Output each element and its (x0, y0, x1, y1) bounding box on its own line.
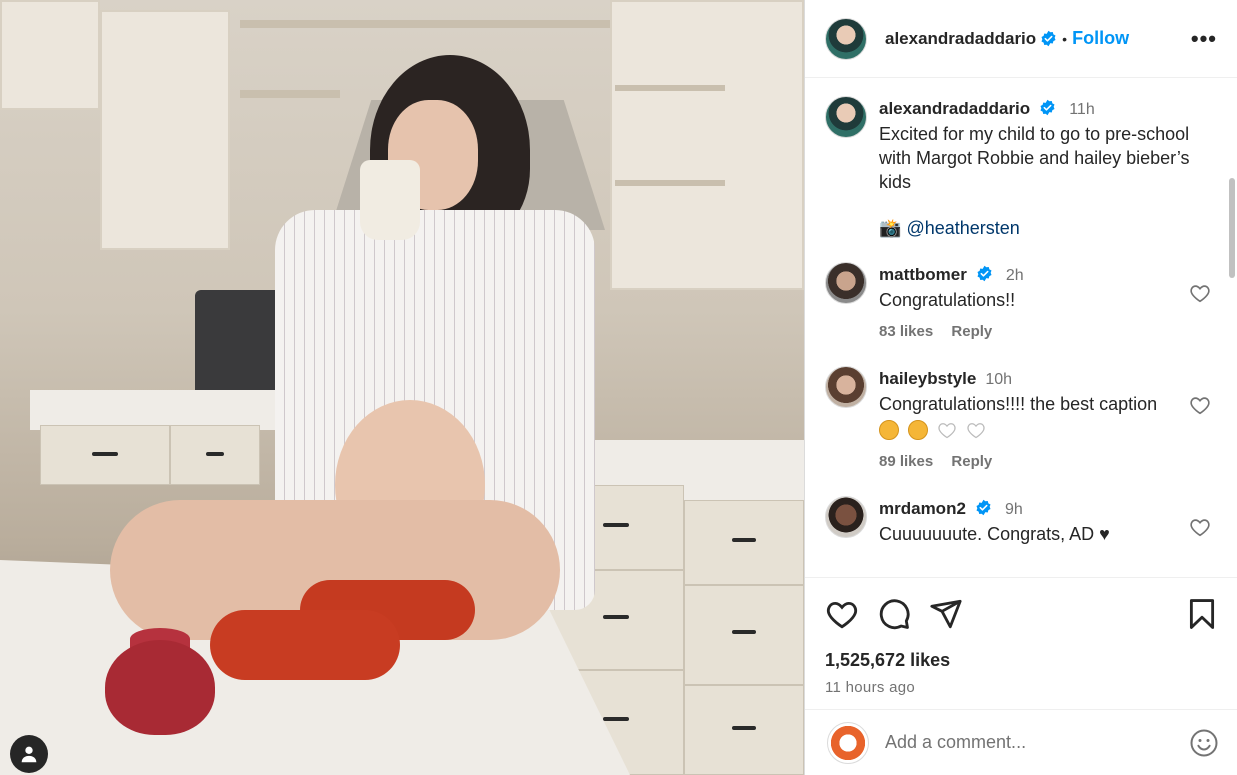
comment-item: haileybstyle 10h Congratulations!!!! the… (825, 366, 1217, 474)
emoji-row (879, 418, 1199, 442)
avatar[interactable] (825, 262, 867, 304)
drawer (684, 685, 804, 775)
avatar[interactable] (825, 96, 867, 138)
verified-badge-icon (1040, 99, 1055, 116)
heart-icon[interactable] (825, 597, 859, 631)
add-comment-bar (805, 709, 1237, 775)
drawer (170, 425, 260, 485)
shelf (240, 90, 340, 98)
drawer (40, 425, 170, 485)
drawer (684, 585, 804, 685)
bookmark-icon[interactable] (1185, 597, 1219, 631)
comment-input[interactable] (885, 732, 1189, 753)
scrollbar[interactable] (1229, 178, 1235, 278)
red-sock (210, 610, 400, 680)
post-photo[interactable] (0, 0, 804, 775)
verified-badge-icon (976, 499, 991, 516)
smiley-icon[interactable] (1189, 728, 1219, 758)
post-header: alexandradaddario • Follow ••• (805, 0, 1237, 78)
white-heart-icon (938, 423, 956, 439)
follow-button[interactable]: Follow (1072, 28, 1129, 49)
pleading-face-icon (879, 420, 899, 440)
cabinet (100, 10, 230, 250)
shelf (615, 85, 725, 91)
comment-time[interactable]: 9h (1005, 501, 1023, 518)
comment-text: Congratulations!!!! the best caption (879, 394, 1158, 414)
post-details-panel: alexandradaddario • Follow ••• alexandra… (804, 0, 1237, 775)
drawer (684, 500, 804, 585)
comment-likes[interactable]: 89 likes (879, 453, 933, 470)
mug (360, 160, 420, 240)
photo-credit: 📸 @heathersten (879, 216, 1199, 240)
comment-like-heart-icon[interactable] (1189, 394, 1211, 416)
comment-text: Cuuuuuuute. Congrats, AD ♥ (879, 524, 1110, 544)
avatar[interactable] (825, 366, 867, 408)
caption: alexandradaddario 11h Excited for my chi… (825, 96, 1217, 240)
author-username[interactable]: alexandradaddario (885, 29, 1036, 49)
comment-time[interactable]: 2h (1006, 267, 1024, 284)
post-timestamp[interactable]: 11 hours ago (825, 679, 1219, 696)
comment-username[interactable]: haileybstyle (879, 369, 976, 388)
credit-handle-link[interactable]: @heathersten (906, 218, 1019, 238)
comment-username[interactable]: mattbomer (879, 265, 967, 284)
avatar[interactable] (825, 496, 867, 538)
shelf (615, 180, 725, 186)
post-actions: 1,525,672 likes 11 hours ago (805, 577, 1237, 707)
more-options-icon[interactable]: ••• (1191, 26, 1217, 52)
shelf (240, 20, 610, 28)
caption-text: Excited for my child to go to pre-school… (879, 124, 1190, 192)
comment-item: mattbomer 2h Congratulations!! 83 likes … (825, 262, 1217, 344)
verified-badge-icon (977, 265, 992, 282)
verified-badge-icon (1041, 30, 1056, 47)
comment-time[interactable]: 10h (985, 371, 1012, 388)
counter (30, 390, 280, 430)
teapot (105, 640, 215, 735)
comment-likes[interactable]: 83 likes (879, 323, 933, 340)
comment-username[interactable]: mrdamon2 (879, 499, 966, 518)
reply-button[interactable]: Reply (951, 453, 992, 470)
comments-list[interactable]: alexandradaddario 11h Excited for my chi… (805, 78, 1237, 576)
share-icon[interactable] (929, 597, 963, 631)
user-icon[interactable] (10, 735, 48, 773)
camera-icon: 📸 (879, 218, 902, 238)
cabinet (0, 0, 100, 110)
comment-like-heart-icon[interactable] (1189, 282, 1211, 304)
pleading-face-icon (908, 420, 929, 440)
comment-like-heart-icon[interactable] (1189, 516, 1211, 538)
caption-username[interactable]: alexandradaddario (879, 99, 1030, 118)
avatar[interactable] (827, 721, 869, 764)
separator-dot: • (1062, 30, 1068, 47)
comment-text: Congratulations!! (879, 290, 1016, 310)
likes-count[interactable]: 1,525,672 likes (825, 650, 1219, 671)
avatar[interactable] (825, 17, 867, 60)
caption-time[interactable]: 11h (1069, 101, 1095, 118)
comment-icon[interactable] (877, 597, 911, 631)
comment-item: mrdamon2 9h Cuuuuuuute. Congrats, AD ♥ (825, 496, 1217, 546)
white-heart-icon (967, 423, 985, 439)
reply-button[interactable]: Reply (951, 323, 992, 340)
cabinet (610, 0, 804, 290)
